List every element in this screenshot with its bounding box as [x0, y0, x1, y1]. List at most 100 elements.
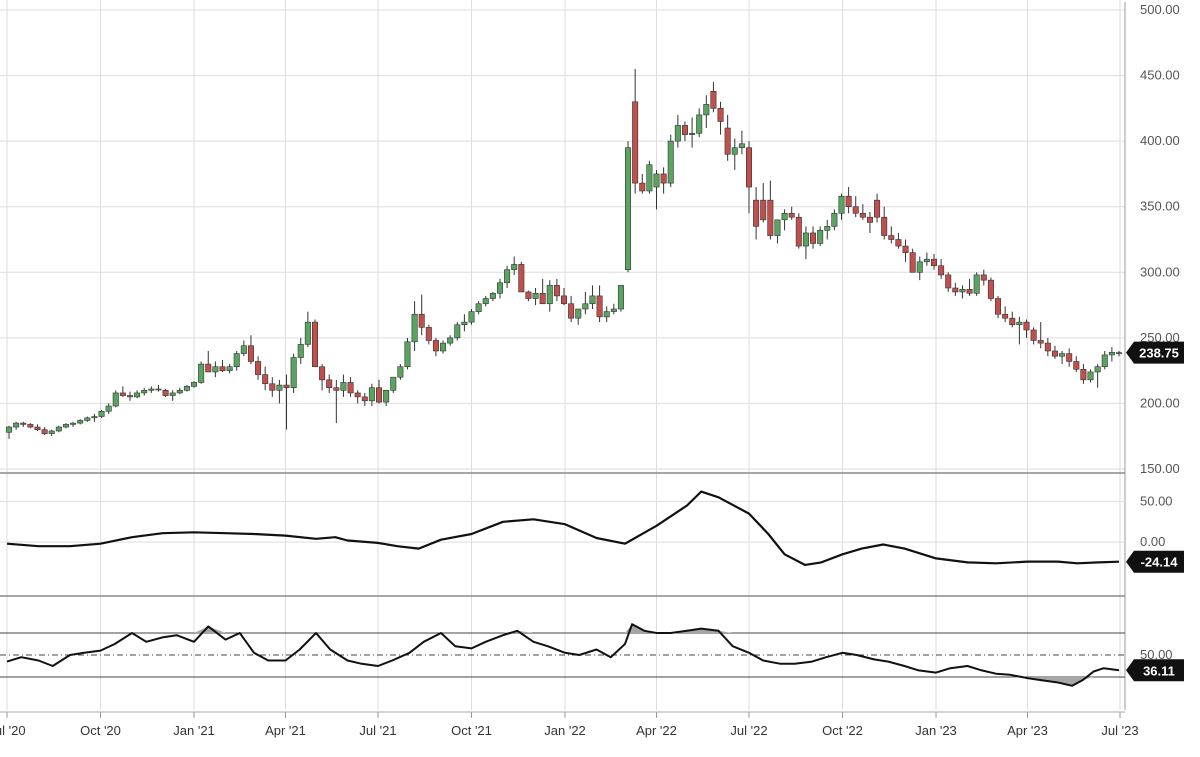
candle[interactable] [1115, 350, 1122, 357]
candle[interactable] [532, 288, 539, 306]
candle[interactable] [589, 285, 596, 310]
candle[interactable] [745, 141, 752, 214]
candle[interactable] [788, 206, 795, 220]
candle[interactable] [610, 303, 617, 315]
candle[interactable] [1094, 364, 1101, 388]
candle[interactable] [681, 121, 688, 142]
candle[interactable] [148, 386, 155, 393]
candle[interactable] [418, 294, 425, 336]
candle[interactable] [909, 248, 916, 273]
candle[interactable] [710, 82, 717, 113]
candle[interactable] [482, 295, 489, 307]
candle[interactable] [582, 291, 589, 315]
candle[interactable] [27, 423, 34, 429]
candle[interactable] [881, 206, 888, 240]
candle[interactable] [1087, 369, 1094, 383]
candle[interactable] [119, 386, 126, 397]
candle[interactable] [347, 377, 354, 397]
candle[interactable] [753, 187, 760, 240]
candle[interactable] [226, 364, 233, 374]
candle[interactable] [368, 383, 375, 407]
candle[interactable] [1066, 348, 1073, 367]
candle[interactable] [959, 285, 966, 299]
candle[interactable] [802, 226, 809, 260]
candle[interactable] [269, 377, 276, 397]
candle[interactable] [810, 226, 817, 249]
candle[interactable] [760, 183, 767, 223]
candle[interactable] [817, 226, 824, 247]
candle[interactable] [1009, 311, 1016, 328]
candle[interactable] [340, 374, 347, 397]
candle[interactable] [717, 101, 724, 135]
candle[interactable] [767, 180, 774, 240]
candle[interactable] [283, 374, 290, 430]
candle[interactable] [895, 232, 902, 249]
candle[interactable] [390, 376, 397, 393]
candle[interactable] [724, 114, 731, 161]
candle[interactable] [169, 390, 176, 401]
candle[interactable] [916, 256, 923, 281]
candle[interactable] [987, 277, 994, 302]
candle[interactable] [696, 108, 703, 138]
candle[interactable] [134, 390, 141, 399]
candle[interactable] [1016, 316, 1023, 345]
candle[interactable] [183, 385, 190, 392]
candle[interactable] [1023, 319, 1030, 338]
candle[interactable] [1030, 327, 1037, 345]
candle[interactable] [176, 387, 183, 395]
candle[interactable] [162, 389, 169, 397]
candle[interactable] [866, 211, 873, 233]
candle[interactable] [240, 340, 247, 357]
candle[interactable] [667, 134, 674, 188]
candle[interactable] [404, 337, 411, 370]
candle[interactable] [1101, 350, 1108, 370]
candle[interactable] [212, 361, 219, 378]
candle[interactable] [838, 193, 845, 220]
candle[interactable] [333, 379, 340, 424]
candle[interactable] [546, 280, 553, 312]
candle[interactable] [845, 187, 852, 214]
candle[interactable] [319, 364, 326, 391]
candle[interactable] [141, 387, 148, 396]
candle[interactable] [781, 209, 788, 231]
candle[interactable] [70, 421, 77, 428]
candle[interactable] [966, 278, 973, 296]
candle[interactable] [276, 379, 283, 404]
candle[interactable] [625, 141, 632, 273]
candle[interactable] [660, 167, 667, 194]
candle[interactable] [995, 295, 1002, 319]
candle[interactable] [105, 403, 112, 414]
candle[interactable] [617, 285, 624, 312]
candle[interactable] [155, 385, 162, 392]
candle[interactable] [191, 381, 198, 388]
candle[interactable] [1051, 345, 1058, 359]
candle[interactable] [255, 356, 262, 380]
candle[interactable] [795, 213, 802, 249]
candle[interactable] [354, 390, 361, 404]
candle[interactable] [34, 424, 41, 431]
candle[interactable] [518, 261, 525, 293]
candle[interactable] [489, 291, 496, 302]
candle[interactable] [938, 259, 945, 279]
candle[interactable] [290, 353, 297, 393]
candle[interactable] [703, 95, 710, 129]
candle[interactable] [731, 138, 738, 170]
candle[interactable] [1073, 356, 1080, 372]
candle[interactable] [888, 226, 895, 244]
candle[interactable] [440, 340, 447, 354]
candle[interactable] [603, 306, 610, 323]
candle[interactable] [504, 265, 511, 289]
candle[interactable] [205, 350, 212, 373]
candle[interactable] [77, 419, 84, 425]
price-candles[interactable] [6, 69, 1122, 439]
candle[interactable] [20, 421, 27, 428]
candle[interactable] [397, 364, 404, 380]
candle[interactable] [461, 314, 468, 332]
candle[interactable] [304, 311, 311, 348]
candle[interactable] [84, 416, 91, 422]
candle[interactable] [62, 423, 69, 429]
candle[interactable] [425, 324, 432, 345]
candle[interactable] [496, 278, 503, 299]
candle[interactable] [874, 193, 881, 223]
stock-chart[interactable]: 500.00450.00400.00350.00300.00250.00200.… [0, 0, 1200, 757]
